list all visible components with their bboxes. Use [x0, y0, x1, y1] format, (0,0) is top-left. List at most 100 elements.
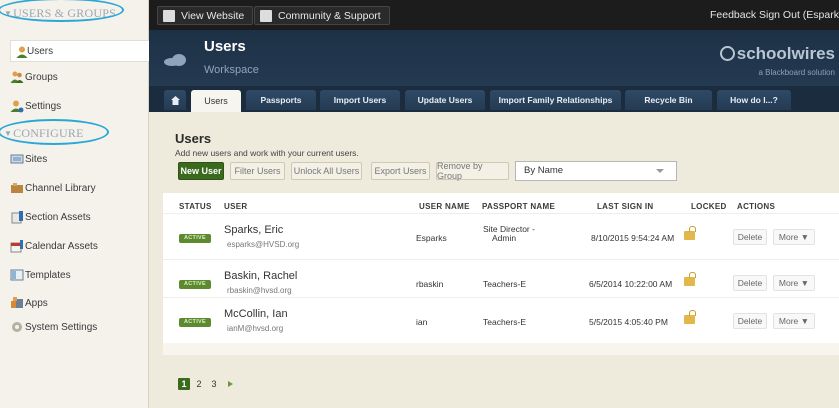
sidebar-item-section-assets[interactable]: Section Assets: [0, 206, 149, 228]
delete-button[interactable]: Delete: [733, 275, 767, 291]
export-users-button[interactable]: Export Users: [371, 162, 430, 180]
filter-users-button[interactable]: Filter Users: [230, 162, 285, 180]
sidebar-item-system-settings[interactable]: System Settings: [0, 316, 149, 338]
channel-library-icon: [11, 183, 23, 193]
sign-out-link[interactable]: Sign Out (Esparks): [759, 9, 839, 21]
sites-icon: [10, 154, 24, 164]
delete-button[interactable]: Delete: [733, 313, 767, 329]
calendar-assets-icon: [10, 240, 23, 253]
user-name-link[interactable]: McCollin, Ian: [224, 308, 288, 320]
gear-icon: [12, 322, 22, 332]
sidebar-item-templates[interactable]: Templates: [0, 264, 149, 286]
page-2-button[interactable]: 2: [193, 378, 205, 390]
sidebar: ▼USERS & GROUPS Users Groups Settings ▼C…: [0, 0, 165, 408]
page-subtitle: Workspace: [204, 64, 259, 76]
last-sign-in-cell: 8/10/2015 9:54:24 AM: [591, 233, 675, 243]
status-badge: ACTIVE: [179, 234, 211, 243]
community-support-button[interactable]: Community & Support: [254, 6, 390, 25]
brand-logo: schoolwires: [719, 44, 835, 64]
delete-button[interactable]: Delete: [733, 229, 767, 245]
sidebar-item-groups[interactable]: Groups: [0, 66, 149, 88]
user-email: esparks@HVSD.org: [227, 240, 300, 249]
status-badge: ACTIVE: [179, 318, 211, 327]
section-title: Users: [175, 131, 212, 146]
tab-passports[interactable]: Passports: [246, 90, 316, 110]
section-assets-icon: [11, 211, 23, 224]
unlock-all-users-button[interactable]: Unlock All Users: [291, 162, 362, 180]
page-3-button[interactable]: 3: [208, 378, 220, 390]
user-email: rbaskin@hvsd.org: [227, 286, 292, 295]
page-title: Users: [204, 38, 246, 55]
status-badge: ACTIVE: [179, 280, 211, 289]
column-header-last-sign-in: LAST SIGN IN: [597, 202, 654, 211]
monitor-icon: [163, 9, 175, 22]
username-cell: Esparks: [416, 233, 447, 243]
passport-cell: Teachers-E: [483, 279, 526, 289]
tab-recycle-bin[interactable]: Recycle Bin: [625, 90, 712, 110]
more-button[interactable]: More ▼: [773, 313, 815, 329]
section-subtitle: Add new users and work with your current…: [175, 148, 359, 158]
new-user-button[interactable]: New User: [178, 162, 224, 180]
sidebar-item-sites[interactable]: Sites: [0, 148, 149, 170]
user-name-link[interactable]: Sparks, Eric: [224, 224, 283, 236]
column-header-status: STATUS: [179, 202, 212, 211]
apps-icon: [11, 297, 23, 308]
remove-by-group-button[interactable]: Remove by Group: [436, 161, 509, 181]
column-header-passport-name: PASSPORT NAME: [482, 202, 556, 211]
tab-users[interactable]: Users: [191, 90, 241, 112]
unlocked-padlock-icon[interactable]: [684, 310, 696, 324]
templates-icon: [10, 269, 24, 281]
tab-bar: Users Passports Import Users Update User…: [149, 86, 839, 112]
sidebar-item-settings[interactable]: Settings: [0, 95, 149, 117]
collapse-triangle-icon: ▼: [4, 9, 13, 18]
pagination: 1 2 3: [178, 378, 233, 390]
table-footer: [163, 343, 839, 355]
brand-logo-icon: [719, 46, 735, 61]
brand-tagline: a Blackboard solution: [758, 68, 836, 77]
home-icon: [170, 95, 180, 105]
user-email: ianM@hvsd.org: [227, 324, 284, 333]
column-header-locked: LOCKED: [691, 202, 727, 211]
table-row: ACTIVE McCollin, Ian ianM@hvsd.org ian T…: [163, 297, 839, 343]
column-header-user: USER: [224, 202, 248, 211]
next-page-icon[interactable]: [228, 381, 233, 387]
section-header-users-groups[interactable]: ▼USERS & GROUPS: [0, 4, 149, 22]
last-sign-in-cell: 5/5/2015 4:05:40 PM: [589, 317, 668, 327]
section-header-configure[interactable]: ▼CONFIGURE: [0, 124, 149, 142]
users-table: STATUS USER USER NAME PASSPORT NAME LAST…: [163, 193, 839, 343]
tab-import-family-relationships[interactable]: Import Family Relationships: [490, 90, 621, 110]
column-header-actions: ACTIONS: [737, 202, 776, 211]
table-row: ACTIVE Sparks, Eric esparks@HVSD.org Esp…: [163, 213, 839, 259]
sidebar-item-users[interactable]: Users: [10, 40, 165, 62]
workspace-header: Users Workspace schoolwires a Blackboard…: [149, 30, 839, 86]
page-1-button[interactable]: 1: [178, 378, 190, 390]
top-bar: View Website Community & Support Feedbac…: [149, 0, 839, 30]
sort-select[interactable]: By Name: [515, 161, 677, 181]
group-icon: [10, 71, 24, 83]
sidebar-item-apps[interactable]: Apps: [0, 292, 149, 314]
sidebar-item-channel-library[interactable]: Channel Library: [0, 177, 149, 199]
collapse-triangle-icon: ▼: [4, 129, 13, 138]
sidebar-item-calendar-assets[interactable]: Calendar Assets: [0, 235, 149, 257]
column-header-user-name: USER NAME: [419, 202, 470, 211]
feedback-link[interactable]: Feedback: [710, 9, 756, 21]
more-button[interactable]: More ▼: [773, 229, 815, 245]
user-icon: [16, 46, 28, 58]
last-sign-in-cell: 6/5/2014 10:22:00 AM: [589, 279, 673, 289]
unlocked-padlock-icon[interactable]: [684, 226, 696, 240]
passport-cell: Teachers-E: [483, 317, 526, 327]
user-name-link[interactable]: Baskin, Rachel: [224, 270, 297, 282]
view-website-button[interactable]: View Website: [157, 6, 254, 25]
unlocked-padlock-icon[interactable]: [684, 272, 696, 286]
tab-import-users[interactable]: Import Users: [320, 90, 400, 110]
username-cell: rbaskin: [416, 279, 444, 289]
community-icon: [260, 9, 272, 22]
more-button[interactable]: More ▼: [773, 275, 815, 291]
passport-cell: Site Director - Admin: [483, 224, 535, 243]
user-settings-icon: [10, 100, 24, 113]
tab-update-users[interactable]: Update Users: [405, 90, 485, 110]
main-content: Users Add new users and work with your c…: [149, 112, 839, 408]
tab-how-do-i[interactable]: How do I...?: [717, 90, 791, 110]
tab-home[interactable]: [164, 90, 186, 110]
chevron-down-icon: [656, 169, 664, 173]
